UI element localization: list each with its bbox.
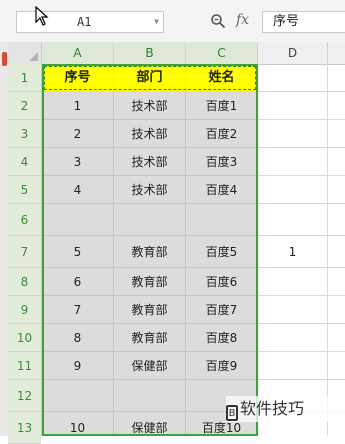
cell-c2[interactable]: 百度1 [186, 92, 258, 120]
column-header-a[interactable]: A [42, 42, 114, 64]
row-header-3[interactable]: 3 [8, 120, 41, 148]
cell-c10[interactable]: 百度8 [186, 324, 258, 352]
cell-c11[interactable]: 百度9 [186, 352, 258, 380]
name-box-value: A1 [77, 15, 92, 29]
cell-b11[interactable]: 保健部 [114, 352, 186, 380]
cell-a13[interactable]: 10 [42, 412, 114, 436]
formula-input[interactable]: 序号 [262, 11, 345, 33]
cell-a8[interactable]: 6 [42, 268, 114, 296]
cell-c4[interactable]: 百度3 [186, 148, 258, 176]
cell-b12[interactable] [114, 380, 186, 412]
row-header-10[interactable]: 10 [8, 324, 41, 352]
select-all-corner[interactable] [8, 42, 42, 64]
mouse-cursor-icon [35, 6, 49, 26]
cell-a2[interactable]: 1 [42, 92, 114, 120]
cell-e9[interactable] [328, 296, 345, 324]
cell-d3[interactable] [258, 120, 328, 148]
cell-d7[interactable]: 1 [258, 236, 328, 268]
row-header-5[interactable]: 5 [8, 176, 41, 204]
row-header-2[interactable]: 2 [8, 92, 41, 120]
cell-d6[interactable] [258, 204, 328, 236]
cell-b3[interactable]: 技术部 [114, 120, 186, 148]
cell-d5[interactable] [258, 176, 328, 204]
cell-d2[interactable] [258, 92, 328, 120]
row-headers: 1 2 3 4 5 6 7 8 9 10 11 12 13 [8, 64, 42, 444]
cell-b4[interactable]: 技术部 [114, 148, 186, 176]
row-header-8[interactable]: 8 [8, 268, 41, 296]
fx-icon[interactable]: fx [236, 12, 249, 28]
watermark-logo-icon: B [226, 405, 238, 421]
cell-a4[interactable]: 3 [42, 148, 114, 176]
row-header-12[interactable]: 12 [8, 380, 41, 412]
cell-e3[interactable] [328, 120, 345, 148]
cell-e5[interactable] [328, 176, 345, 204]
cell-c7[interactable]: 百度5 [186, 236, 258, 268]
row-header-6[interactable]: 6 [8, 204, 41, 236]
column-header-d[interactable]: D [258, 42, 328, 64]
cell-b7[interactable]: 教育部 [114, 236, 186, 268]
cell-c8[interactable]: 百度6 [186, 268, 258, 296]
cell-e6[interactable] [328, 204, 345, 236]
cell-b13[interactable]: 保健部 [114, 412, 186, 436]
cell-a1[interactable]: 序号 [42, 64, 114, 92]
cell-e8[interactable] [328, 268, 345, 296]
watermark-text: 软件技巧 [240, 399, 305, 418]
cell-e7[interactable] [328, 236, 345, 268]
cell-b1[interactable]: 部门 [114, 64, 186, 92]
cell-e1[interactable] [328, 64, 345, 92]
cell-grid: 序号 部门 姓名 1 技术部 百度1 2 技术部 百度2 3 技术部 百度3 4… [42, 64, 345, 436]
row-header-7[interactable]: 7 [8, 236, 41, 268]
cell-c3[interactable]: 百度2 [186, 120, 258, 148]
cell-e10[interactable] [328, 324, 345, 352]
cell-b2[interactable]: 技术部 [114, 92, 186, 120]
row-header-11[interactable]: 11 [8, 352, 41, 380]
cell-a11[interactable]: 9 [42, 352, 114, 380]
cell-e2[interactable] [328, 92, 345, 120]
cell-d9[interactable] [258, 296, 328, 324]
cell-a5[interactable]: 4 [42, 176, 114, 204]
cell-d8[interactable] [258, 268, 328, 296]
cell-a10[interactable]: 8 [42, 324, 114, 352]
column-headers: A B C D [8, 42, 345, 65]
cell-c1[interactable]: 姓名 [186, 64, 258, 92]
row-header-1[interactable]: 1 [8, 64, 41, 92]
cell-a3[interactable]: 2 [42, 120, 114, 148]
cell-b6[interactable] [114, 204, 186, 236]
cell-a6[interactable] [42, 204, 114, 236]
cell-e11[interactable] [328, 352, 345, 380]
cell-c5[interactable]: 百度4 [186, 176, 258, 204]
row-header-4[interactable]: 4 [8, 148, 41, 176]
red-tab-marker [2, 52, 7, 66]
cell-d4[interactable] [258, 148, 328, 176]
name-box-dropdown-icon[interactable]: ▼ [154, 12, 159, 32]
cell-d10[interactable] [258, 324, 328, 352]
column-header-b[interactable]: B [114, 42, 186, 64]
cell-b9[interactable]: 教育部 [114, 296, 186, 324]
column-header-c[interactable]: C [186, 42, 258, 64]
cell-b8[interactable]: 教育部 [114, 268, 186, 296]
row-header-13[interactable]: 13 [8, 412, 41, 444]
cell-d11[interactable] [258, 352, 328, 380]
watermark: B 软件技巧 [226, 396, 345, 422]
cell-b10[interactable]: 教育部 [114, 324, 186, 352]
row-header-9[interactable]: 9 [8, 296, 41, 324]
cell-a7[interactable]: 5 [42, 236, 114, 268]
cell-a12[interactable] [42, 380, 114, 412]
column-header-e[interactable] [328, 42, 345, 64]
zoom-icon[interactable] [210, 13, 226, 29]
cell-c6[interactable] [186, 204, 258, 236]
left-edge-strip [0, 42, 8, 436]
cell-c9[interactable]: 百度7 [186, 296, 258, 324]
cell-a9[interactable]: 7 [42, 296, 114, 324]
cell-b5[interactable]: 技术部 [114, 176, 186, 204]
cell-d1[interactable] [258, 64, 328, 92]
formula-bar: A1 ▼ fx 序号 [0, 0, 345, 43]
cell-e4[interactable] [328, 148, 345, 176]
